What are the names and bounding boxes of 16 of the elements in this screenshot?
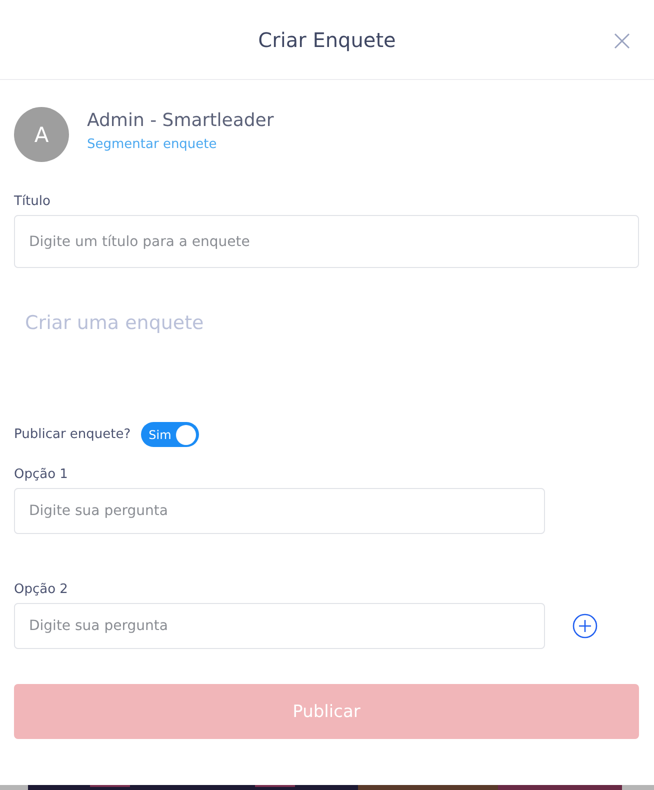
option-input-field[interactable]: Digite sua pergunta — [14, 488, 545, 534]
editor-placeholder[interactable]: Criar uma enquete — [25, 312, 204, 334]
option-input-field[interactable]: Digite sua pergunta — [14, 603, 545, 649]
segment-link[interactable]: Segmentar enquete — [87, 136, 274, 152]
author-name: Admin - Smartleader — [87, 110, 274, 130]
publish-toggle[interactable]: Sim — [140, 422, 199, 447]
option-label: Opção 1 — [14, 467, 68, 482]
dialog-title: Criar Enquete — [258, 28, 396, 52]
close-icon — [614, 33, 630, 49]
plus-icon — [572, 613, 598, 639]
avatar: A — [14, 107, 69, 162]
field-label: Título — [14, 194, 50, 209]
title-input-field[interactable]: Digite um título para a enquete — [14, 215, 639, 268]
add-option-button[interactable] — [572, 613, 598, 639]
option-label: Opção 2 — [14, 582, 68, 597]
toggle-label: Publicar enquete? — [14, 427, 131, 442]
